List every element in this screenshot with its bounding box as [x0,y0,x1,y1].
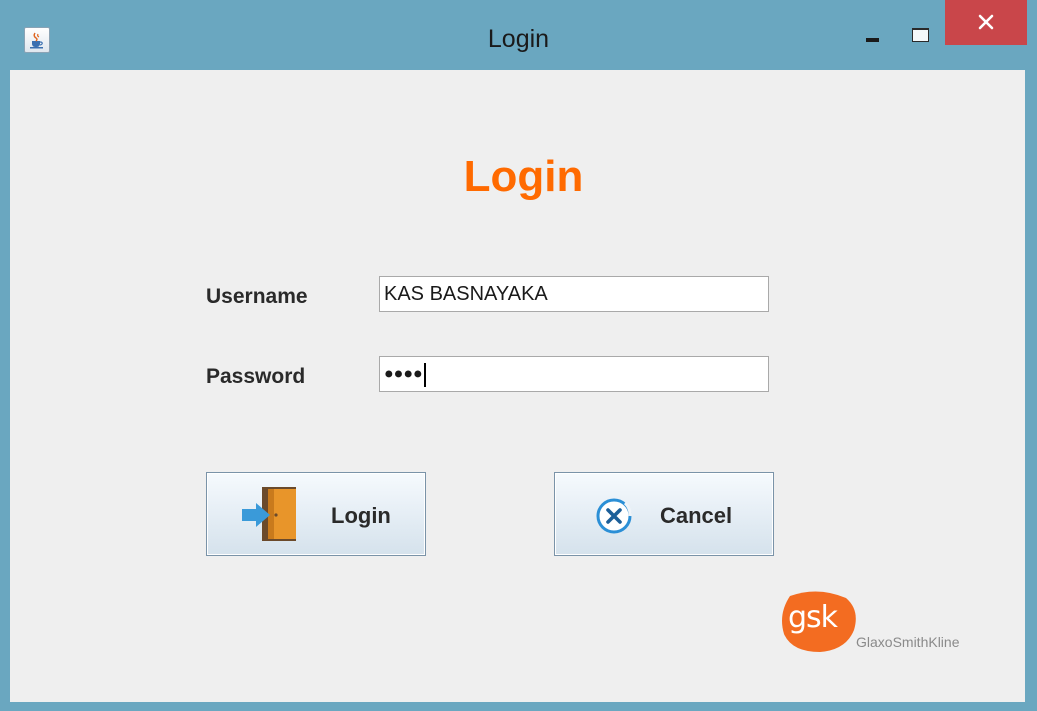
title-bar[interactable]: Login [0,0,1037,70]
text-caret [423,362,426,387]
username-input[interactable]: KAS BASNAYAKA [379,276,769,312]
password-input[interactable]: ●●●● [379,356,769,392]
door-enter-icon [242,487,296,541]
gsk-logo-text: gsk [788,600,838,635]
login-button[interactable]: Login [206,472,426,556]
username-label: Username [206,285,308,308]
minimize-button[interactable] [858,22,888,52]
maximize-button[interactable] [905,22,935,52]
login-heading: Login [463,152,584,201]
login-window: Login Login Username KAS BASNAYAKA Passw… [0,0,1037,711]
cancel-button-label: Cancel [660,503,733,528]
login-panel: Login Username KAS BASNAYAKA Password ●●… [10,70,1025,702]
username-value: KAS BASNAYAKA [384,283,548,305]
maximize-icon [912,28,929,42]
cancel-circle-icon [596,498,632,534]
close-button[interactable] [945,0,1027,45]
password-value: ●●●● [384,365,423,383]
minimize-icon [866,38,879,42]
close-icon [978,14,994,30]
login-button-label: Login [331,503,391,528]
password-label: Password [206,365,306,388]
cancel-button[interactable]: Cancel [554,472,774,556]
company-name: GlaxoSmithKline [856,634,960,650]
